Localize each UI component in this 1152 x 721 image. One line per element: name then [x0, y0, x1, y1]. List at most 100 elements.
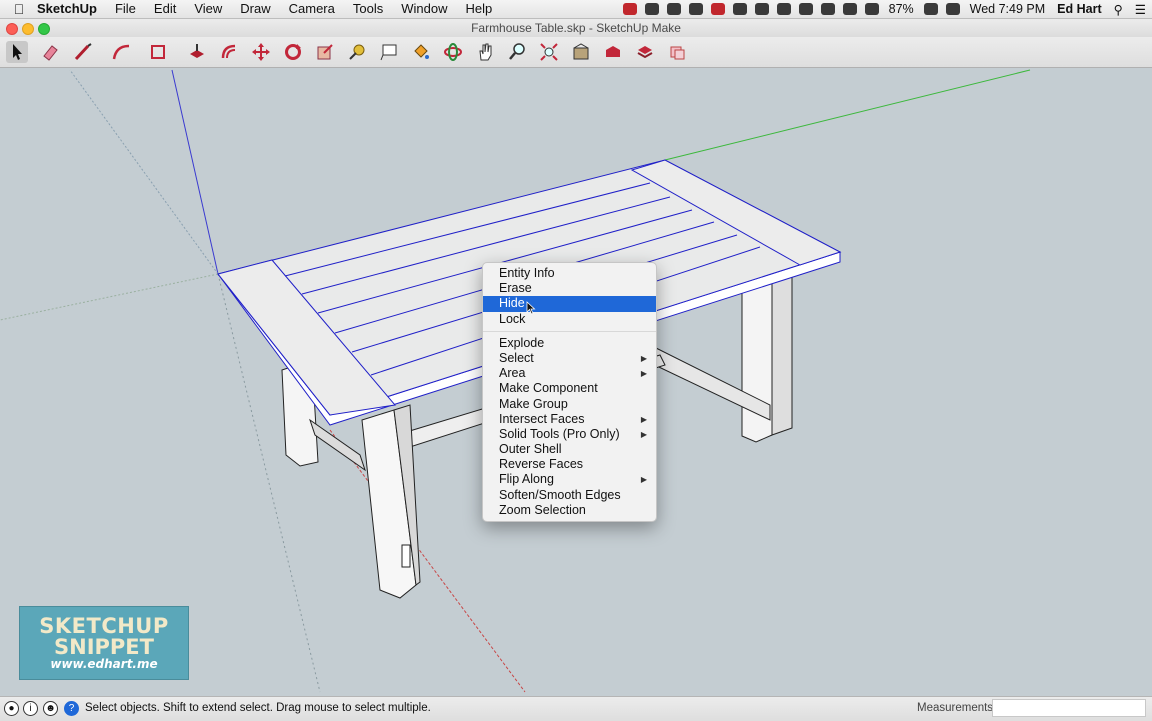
menu-item-outer-shell[interactable]: Outer Shell — [483, 442, 656, 457]
bluetooth-icon[interactable] — [820, 3, 835, 15]
menu-item-label: Area — [499, 366, 526, 381]
menu-bar:  SketchUp File Edit View Draw Camera To… — [0, 0, 1152, 19]
menu-item-label: Reverse Faces — [499, 457, 584, 472]
text-tool-icon[interactable] — [378, 41, 400, 63]
zoom-extents-tool-icon[interactable] — [538, 41, 560, 63]
arc-tool-icon[interactable] — [110, 41, 132, 63]
spotlight-icon[interactable]: ⚲ — [1114, 2, 1123, 17]
window-title: Farmhouse Table.skp - SketchUp Make — [471, 21, 681, 35]
select-tool-icon[interactable] — [6, 41, 28, 63]
mouse-cursor-icon — [526, 301, 536, 315]
tool-bar — [0, 37, 1152, 68]
menu-item-erase[interactable]: Erase — [483, 281, 656, 296]
user-account-icon[interactable]: ☻ — [43, 701, 58, 716]
menu-item-label: Zoom Selection — [499, 502, 586, 517]
menu-file[interactable]: File — [106, 0, 145, 18]
menu-item-explode[interactable]: Explode — [483, 336, 656, 351]
move-tool-icon[interactable] — [250, 41, 272, 63]
menu-item-label: Solid Tools (Pro Only) — [499, 426, 620, 441]
push-pull-tool-icon[interactable] — [186, 41, 208, 63]
blue-axis-line — [171, 69, 219, 275]
menu-item-label: Make Component — [499, 381, 598, 396]
menu-camera[interactable]: Camera — [280, 0, 344, 18]
wifi-icon[interactable] — [842, 3, 857, 15]
rectangle-tool-icon[interactable] — [147, 41, 169, 63]
eraser-tool-icon[interactable] — [39, 41, 61, 63]
logo-url: www.edhart.me — [50, 657, 158, 671]
warehouse-icon[interactable] — [570, 41, 592, 63]
record-icon[interactable] — [622, 3, 637, 15]
credits-icon[interactable]: i — [23, 701, 38, 716]
volume-icon[interactable] — [864, 3, 879, 15]
time-machine-icon[interactable] — [798, 3, 813, 15]
submenu-arrow-icon: ▶ — [640, 369, 647, 379]
context-menu: Entity Info Erase Hide Lock Explode Sele… — [482, 262, 657, 522]
rotate-tool-icon[interactable] — [282, 41, 304, 63]
menu-item-soften-smooth-edges[interactable]: Soften/Smooth Edges — [483, 488, 656, 503]
battery-percentage[interactable]: 87% — [889, 2, 914, 16]
scale-tool-icon[interactable] — [314, 41, 336, 63]
pan-tool-icon[interactable] — [474, 41, 496, 63]
status-bar: ● i ☻ ? Select objects. Shift to extend … — [0, 696, 1152, 721]
measurements-label: Measurements — [917, 702, 994, 714]
menu-item-hide[interactable]: Hide — [483, 296, 656, 312]
menu-edit[interactable]: Edit — [145, 0, 185, 18]
menu-item-lock[interactable]: Lock — [483, 312, 656, 327]
menu-item-flip-along[interactable]: Flip Along ▶ — [483, 472, 656, 487]
style-icon[interactable] — [666, 41, 688, 63]
menu-window[interactable]: Window — [392, 0, 456, 18]
system-status-area: 87% Wed 7:49 PM Ed Hart ⚲ ☰ — [619, 0, 1152, 18]
extension-warehouse-icon[interactable] — [602, 41, 624, 63]
menu-item-label: Soften/Smooth Edges — [499, 487, 621, 502]
status-message: Select objects. Shift to extend select. … — [85, 702, 431, 714]
menu-item-zoom-selection[interactable]: Zoom Selection — [483, 503, 656, 518]
menu-item-select[interactable]: Select ▶ — [483, 351, 656, 366]
window-title-bar: Farmhouse Table.skp - SketchUp Make — [0, 19, 1152, 37]
menu-item-label: Outer Shell — [499, 442, 562, 457]
layout-icon[interactable] — [634, 41, 656, 63]
tape-measure-tool-icon[interactable] — [346, 41, 368, 63]
logo-line-2: SNIPPET — [54, 635, 154, 659]
line-tool-icon[interactable] — [72, 41, 94, 63]
sketchup-snippet-logo: SKETCHUP SNIPPET www.edhart.me — [19, 606, 189, 680]
menu-tools[interactable]: Tools — [344, 0, 392, 18]
calendar-icon[interactable] — [945, 3, 960, 15]
folder-icon[interactable] — [688, 3, 703, 15]
menu-draw[interactable]: Draw — [231, 0, 279, 18]
zoom-tool-icon[interactable] — [506, 41, 528, 63]
one-password-icon[interactable] — [754, 3, 769, 15]
menu-item-area[interactable]: Area ▶ — [483, 366, 656, 381]
menubar-clock[interactable]: Wed 7:49 PM — [970, 2, 1046, 16]
paint-bucket-tool-icon[interactable] — [410, 41, 432, 63]
menubar-user[interactable]: Ed Hart — [1057, 2, 1101, 16]
menu-item-make-component[interactable]: Make Component — [483, 381, 656, 396]
menu-item-entity-info[interactable]: Entity Info — [483, 266, 656, 281]
evernote-icon[interactable] — [732, 3, 747, 15]
help-icon[interactable]: ? — [64, 701, 79, 716]
apple-menu-icon[interactable]:  — [10, 1, 28, 17]
menu-help[interactable]: Help — [456, 0, 501, 18]
menu-item-make-group[interactable]: Make Group — [483, 397, 656, 412]
menu-item-intersect-faces[interactable]: Intersect Faces ▶ — [483, 412, 656, 427]
submenu-arrow-icon: ▶ — [640, 429, 647, 439]
geo-location-icon[interactable]: ● — [4, 701, 19, 716]
battery-icon[interactable] — [923, 3, 938, 15]
menu-item-label: Flip Along — [499, 472, 554, 487]
menu-item-reverse-faces[interactable]: Reverse Faces — [483, 457, 656, 472]
measurements-field[interactable] — [992, 699, 1146, 717]
app-menu[interactable]: SketchUp — [28, 0, 106, 18]
dropbox-icon[interactable] — [666, 3, 681, 15]
orbit-tool-icon[interactable] — [442, 41, 464, 63]
menu-item-label: Select — [499, 350, 534, 365]
menu-item-label: Explode — [499, 335, 545, 350]
menu-separator — [483, 330, 656, 332]
menu-view[interactable]: View — [185, 0, 231, 18]
creative-cloud-icon[interactable] — [644, 3, 659, 15]
display-icon[interactable] — [776, 3, 791, 15]
submenu-arrow-icon: ▶ — [640, 353, 647, 363]
menu-item-label: Intersect Faces — [499, 411, 585, 426]
notification-center-icon[interactable]: ☰ — [1135, 2, 1146, 17]
menu-item-solid-tools[interactable]: Solid Tools (Pro Only) ▶ — [483, 427, 656, 442]
offset-tool-icon[interactable] — [218, 41, 240, 63]
app-badge-icon[interactable] — [710, 3, 725, 15]
